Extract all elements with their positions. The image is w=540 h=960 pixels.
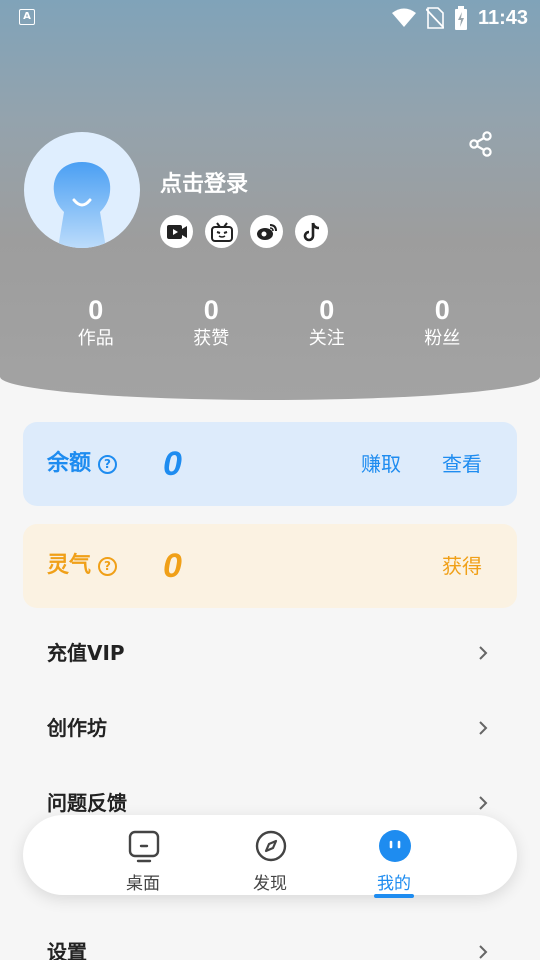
menu-item-creation[interactable]: 创作坊 <box>0 691 540 766</box>
active-tab-indicator <box>374 894 414 898</box>
battery-charging-icon <box>454 6 467 30</box>
menu-item-vip[interactable]: 充值VIP <box>0 616 540 691</box>
bottom-tab-bar: 桌面 发现 我的 <box>23 815 517 898</box>
profile-face-icon <box>379 830 411 862</box>
aura-help-icon[interactable]: ? <box>98 557 117 576</box>
social-links <box>160 215 328 248</box>
tab-label: 桌面 <box>126 874 160 894</box>
video-icon[interactable] <box>160 215 193 248</box>
clock-time: 11:43 <box>477 6 528 29</box>
aura-value: 0 <box>163 547 182 585</box>
stat-fans[interactable]: 0 粉丝 <box>385 294 501 352</box>
status-bar: A 11:43 <box>0 0 540 36</box>
stat-value: 0 <box>203 295 219 325</box>
notification-app-icon: A <box>19 9 35 25</box>
tab-label: 发现 <box>253 874 287 894</box>
compass-icon <box>255 830 287 862</box>
chevron-right-icon <box>479 646 488 660</box>
earn-button[interactable]: 赚取 <box>361 422 401 506</box>
balance-value: 0 <box>163 445 182 483</box>
balance-title: 余额 <box>47 451 92 476</box>
profile-stats: 0 作品 0 获赞 0 关注 0 粉丝 <box>38 294 500 352</box>
bilibili-icon[interactable] <box>205 215 238 248</box>
stat-works[interactable]: 0 作品 <box>38 294 154 352</box>
aura-card: 灵气 ? 0 获得 <box>23 524 517 608</box>
balance-help-icon[interactable]: ? <box>98 455 117 474</box>
view-button[interactable]: 查看 <box>442 422 482 506</box>
chevron-right-icon <box>479 796 488 810</box>
avatar[interactable] <box>24 132 140 248</box>
tab-discover[interactable]: 发现 <box>230 815 310 895</box>
no-sim-icon <box>425 7 444 29</box>
menu-item-label: 设置 <box>47 940 87 960</box>
menu-item-label: 充值VIP <box>47 641 125 665</box>
share-icon[interactable] <box>468 131 494 157</box>
stat-label: 作品 <box>77 328 114 349</box>
login-prompt[interactable]: 点击登录 <box>160 166 248 198</box>
tab-desktop[interactable]: 桌面 <box>103 815 183 895</box>
tab-label: 我的 <box>377 874 411 894</box>
stat-label: 粉丝 <box>424 328 461 349</box>
stat-likes[interactable]: 0 获赞 <box>154 294 270 352</box>
weibo-icon[interactable] <box>250 215 283 248</box>
douyin-icon[interactable] <box>295 215 328 248</box>
stat-value: 0 <box>434 295 450 325</box>
wifi-icon <box>391 8 416 27</box>
stat-following[interactable]: 0 关注 <box>269 294 385 352</box>
default-avatar-icon <box>53 162 111 248</box>
menu-item-label: 创作坊 <box>47 716 107 740</box>
desktop-icon <box>128 830 160 863</box>
stat-label: 获赞 <box>193 328 230 349</box>
stat-label: 关注 <box>308 328 345 349</box>
stat-value: 0 <box>319 295 335 325</box>
chevron-right-icon <box>479 945 488 959</box>
stat-value: 0 <box>88 295 104 325</box>
tab-mine[interactable]: 我的 <box>354 815 434 895</box>
balance-card: 余额 ? 0 赚取 查看 <box>23 422 517 506</box>
chevron-right-icon <box>479 721 488 735</box>
obtain-button[interactable]: 获得 <box>442 524 482 608</box>
menu-item-settings[interactable]: 设置 <box>0 915 540 960</box>
aura-title: 灵气 <box>47 553 92 578</box>
